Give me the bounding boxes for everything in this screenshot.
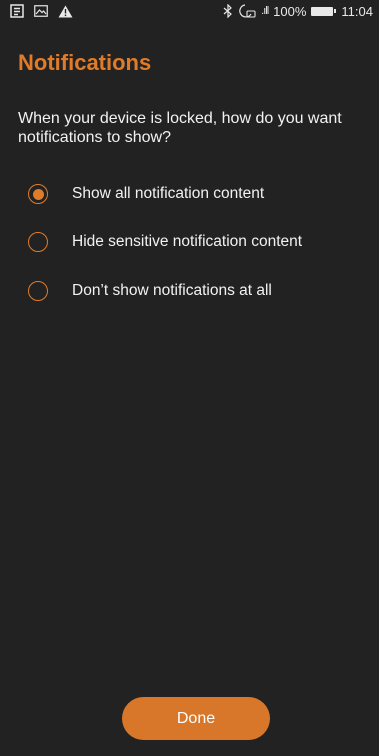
alarm-icon	[238, 4, 256, 18]
battery-icon	[311, 6, 337, 16]
news-icon	[10, 4, 24, 18]
signal-icon: .ıll	[261, 5, 269, 17]
lock-screen-prompt: When your device is locked, how do you w…	[18, 110, 342, 146]
status-left-icons	[10, 4, 83, 18]
radio-dot	[32, 188, 44, 200]
option-label: Hide sensitive notification content	[72, 233, 303, 250]
option-hide-sensitive[interactable]: Hide sensitive notification content	[28, 229, 302, 255]
radio-unselected[interactable]	[28, 281, 48, 301]
status-time: 11:04	[341, 3, 373, 19]
status-right-icons: .ıll 100% 11:04	[218, 4, 373, 19]
bluetooth-icon	[223, 4, 233, 18]
status-bar: .ıll 100% 11:04	[0, 0, 379, 22]
done-button[interactable]: Done	[122, 697, 270, 740]
option-label: Show all notification content	[72, 185, 265, 202]
image-icon	[34, 5, 48, 17]
warning-icon	[58, 5, 73, 18]
radio-selected[interactable]	[28, 184, 48, 204]
radio-unselected[interactable]	[28, 232, 48, 252]
option-show-all[interactable]: Show all notification content	[28, 181, 264, 207]
battery-percent: 100%	[273, 3, 307, 19]
option-dont-show[interactable]: Don’t show notifications at all	[28, 278, 272, 304]
option-label: Don’t show notifications at all	[72, 282, 272, 299]
page-title: Notifications	[18, 50, 152, 75]
